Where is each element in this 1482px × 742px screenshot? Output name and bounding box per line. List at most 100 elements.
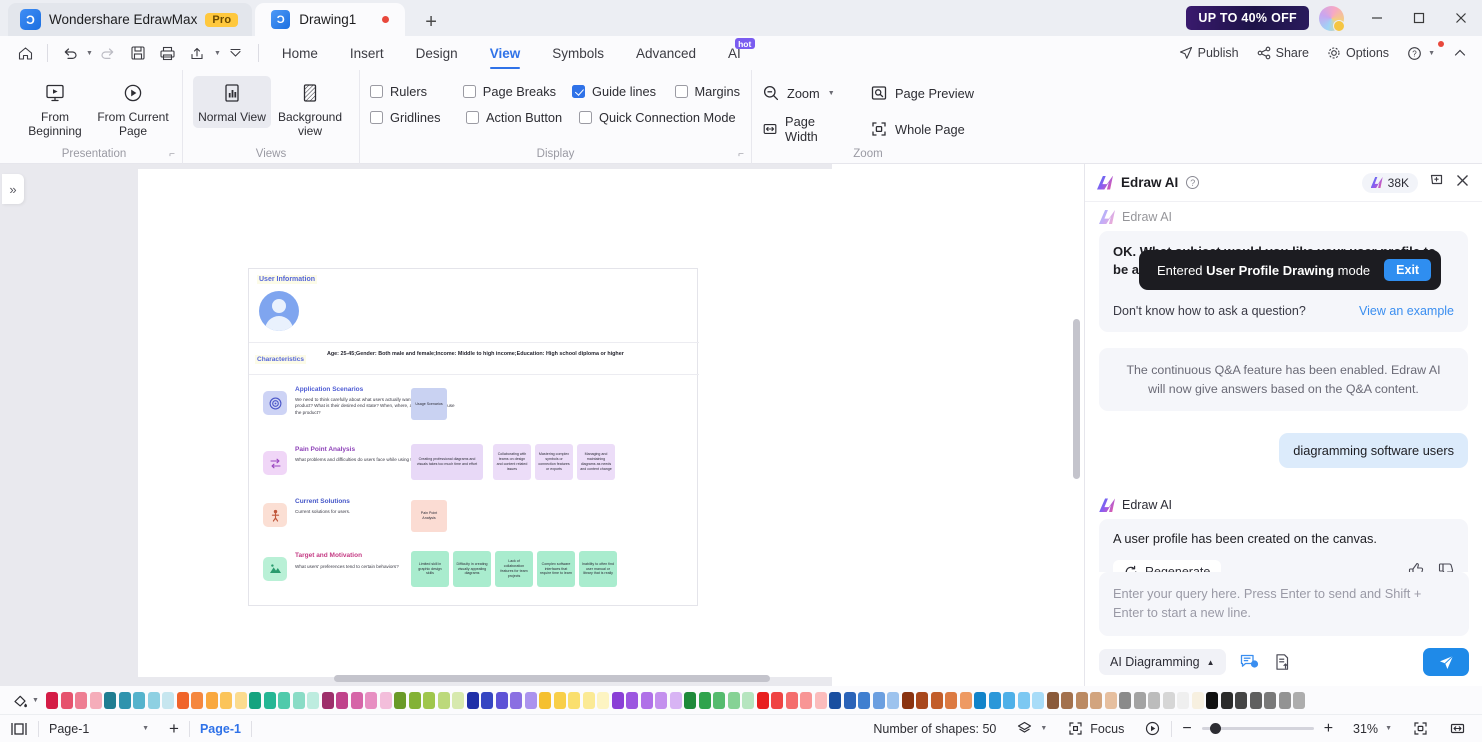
checkbox-rulers[interactable]: Rulers <box>370 84 463 99</box>
color-swatch[interactable] <box>771 691 783 709</box>
toast-exit-button[interactable]: Exit <box>1384 259 1432 281</box>
color-swatch[interactable] <box>1119 691 1131 709</box>
whole-page-button[interactable]: Whole Page <box>870 120 965 138</box>
ribbon-tab-symbols[interactable]: Symbols <box>536 36 620 70</box>
background-view-button[interactable]: Background view <box>271 76 349 143</box>
color-swatch[interactable] <box>1162 691 1175 709</box>
color-swatch[interactable] <box>89 691 102 709</box>
zoom-in-button[interactable]: + <box>1314 715 1343 742</box>
focus-button[interactable]: Focus <box>1057 715 1134 742</box>
cart-icon[interactable] <box>1428 172 1445 194</box>
color-swatch[interactable] <box>524 691 537 709</box>
color-swatch[interactable] <box>1220 691 1233 709</box>
minimize-button[interactable] <box>1356 0 1398 36</box>
color-swatch[interactable] <box>118 691 131 709</box>
color-swatch[interactable] <box>988 691 1001 709</box>
color-swatch[interactable] <box>800 691 812 709</box>
color-swatch[interactable] <box>394 691 406 709</box>
user-avatar[interactable] <box>1319 5 1345 32</box>
color-swatch[interactable] <box>133 691 145 709</box>
color-swatch[interactable] <box>887 691 899 709</box>
save-icon[interactable] <box>123 40 153 66</box>
color-swatch[interactable] <box>176 691 189 709</box>
ai-credits-badge[interactable]: 38K <box>1361 172 1418 193</box>
color-swatch[interactable] <box>321 691 334 709</box>
color-swatch[interactable] <box>626 691 638 709</box>
ai-query-input[interactable]: Enter your query here. Press Enter to se… <box>1099 572 1469 636</box>
ribbon-tab-view[interactable]: View <box>474 36 537 70</box>
color-swatch[interactable] <box>292 691 305 709</box>
fit-page-button[interactable] <box>1402 715 1439 742</box>
zoom-out-button[interactable]: − <box>1172 715 1201 742</box>
export-icon[interactable] <box>183 40 213 66</box>
zoom-slider[interactable] <box>1201 723 1314 734</box>
color-swatch[interactable] <box>336 691 348 709</box>
color-swatch[interactable] <box>1075 691 1088 709</box>
checkbox-quick-connection-mode[interactable]: Quick Connection Mode <box>579 110 736 125</box>
color-swatch[interactable] <box>727 691 740 709</box>
color-swatch[interactable] <box>872 691 885 709</box>
color-swatch[interactable] <box>611 691 624 709</box>
color-swatch[interactable] <box>46 691 58 709</box>
close-button[interactable] <box>1440 0 1482 36</box>
color-swatch[interactable] <box>539 691 551 709</box>
color-swatch[interactable] <box>423 691 435 709</box>
color-swatch[interactable] <box>1061 691 1073 709</box>
color-swatch[interactable] <box>597 691 609 709</box>
color-swatch[interactable] <box>655 691 667 709</box>
diagram-page[interactable]: User Information Characteristics Age: 25… <box>248 268 699 606</box>
color-swatch[interactable] <box>1235 691 1247 709</box>
color-swatch[interactable] <box>220 691 232 709</box>
help-button[interactable]: ? ▼ <box>1400 40 1444 64</box>
maximize-button[interactable] <box>1398 0 1440 36</box>
page-width-button[interactable]: Page Width <box>762 114 844 144</box>
add-page-button[interactable]: + <box>159 715 189 742</box>
publish-button[interactable]: Publish <box>1172 43 1246 63</box>
checkbox-gridlines[interactable]: Gridlines <box>370 110 466 125</box>
page-preview-button[interactable]: Page Preview <box>870 84 974 102</box>
color-swatch[interactable] <box>785 691 798 709</box>
color-swatch[interactable] <box>379 691 392 709</box>
page-layout-button[interactable] <box>0 715 38 742</box>
layers-button[interactable]: ▼ <box>1006 715 1057 742</box>
color-swatch[interactable] <box>1133 691 1146 709</box>
new-tab-button[interactable]: + <box>419 12 443 36</box>
color-swatch[interactable] <box>1191 691 1204 709</box>
color-swatch[interactable] <box>1003 691 1015 709</box>
ai-mode-selector[interactable]: AI Diagramming ▲ <box>1099 649 1226 675</box>
color-swatch[interactable] <box>1090 691 1102 709</box>
checkbox-page-breaks[interactable]: Page Breaks <box>462 84 572 99</box>
share-button[interactable]: Share <box>1250 43 1316 63</box>
color-swatch[interactable] <box>945 691 957 709</box>
undo-icon[interactable] <box>55 40 85 66</box>
display-expander-icon[interactable]: ⌐ <box>738 149 744 160</box>
ai-panel-close-icon[interactable] <box>1455 173 1470 193</box>
canvas-horizontal-scrollbar[interactable] <box>334 675 770 682</box>
color-swatch[interactable] <box>1177 691 1189 709</box>
color-swatch[interactable] <box>959 691 972 709</box>
checkbox-margins[interactable]: Margins <box>674 84 740 99</box>
color-swatch[interactable] <box>1293 691 1305 709</box>
document-tab-drawing1[interactable]: Ɔ Drawing1 <box>255 3 406 36</box>
presentation-expander-icon[interactable]: ⌐ <box>169 149 175 160</box>
color-swatch[interactable] <box>205 691 218 709</box>
send-button[interactable] <box>1423 648 1469 676</box>
ai-document-icon[interactable] <box>1274 653 1292 671</box>
ribbon-tab-insert[interactable]: Insert <box>334 36 400 70</box>
print-icon[interactable] <box>153 40 183 66</box>
from-beginning-button[interactable]: From Beginning <box>16 76 94 143</box>
color-swatch[interactable] <box>1032 691 1044 709</box>
color-swatch[interactable] <box>1206 691 1218 709</box>
color-swatch[interactable] <box>350 691 363 709</box>
color-swatch[interactable] <box>684 691 696 709</box>
view-example-link[interactable]: View an example <box>1359 302 1454 320</box>
color-swatch[interactable] <box>901 691 914 709</box>
color-swatch[interactable] <box>278 691 290 709</box>
page-tab-page-1[interactable]: Page-1 <box>190 715 251 742</box>
expand-left-panel-button[interactable]: » <box>2 174 24 204</box>
undo-dropdown-caret-icon[interactable]: ▼ <box>86 50 93 57</box>
color-swatch[interactable] <box>858 691 870 709</box>
export-dropdown-caret-icon[interactable]: ▼ <box>214 50 221 57</box>
color-swatch[interactable] <box>437 691 450 709</box>
color-swatch[interactable] <box>814 691 827 709</box>
